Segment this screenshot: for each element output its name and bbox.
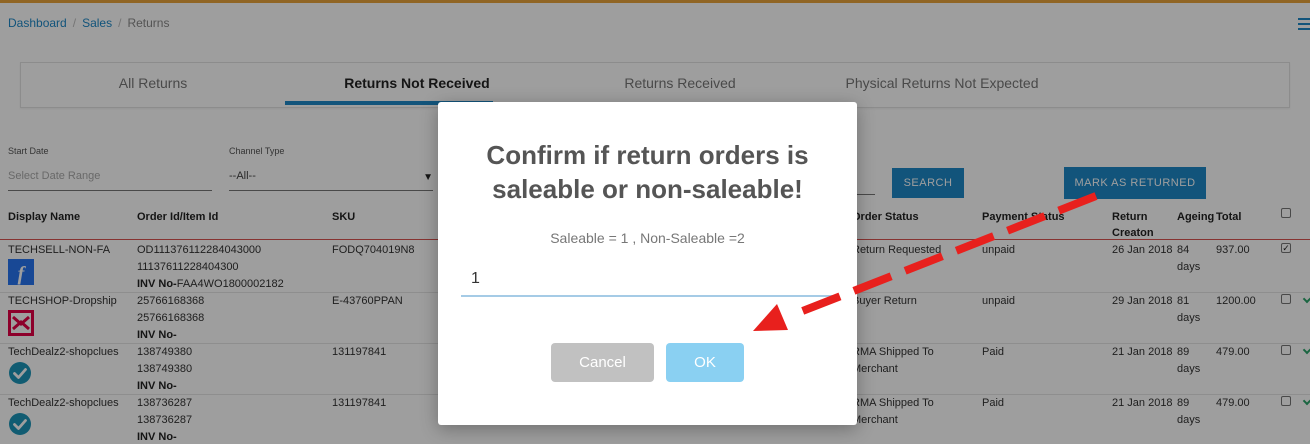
saleable-input[interactable] (461, 262, 833, 296)
confirm-saleable-dialog: Confirm if return orders is saleable or … (438, 102, 857, 425)
cancel-button[interactable]: Cancel (551, 343, 654, 382)
ok-button[interactable]: OK (666, 343, 744, 382)
dialog-title: Confirm if return orders is saleable or … (486, 140, 809, 204)
dialog-subtitle: Saleable = 1 , Non-Saleable =2 (550, 230, 745, 246)
